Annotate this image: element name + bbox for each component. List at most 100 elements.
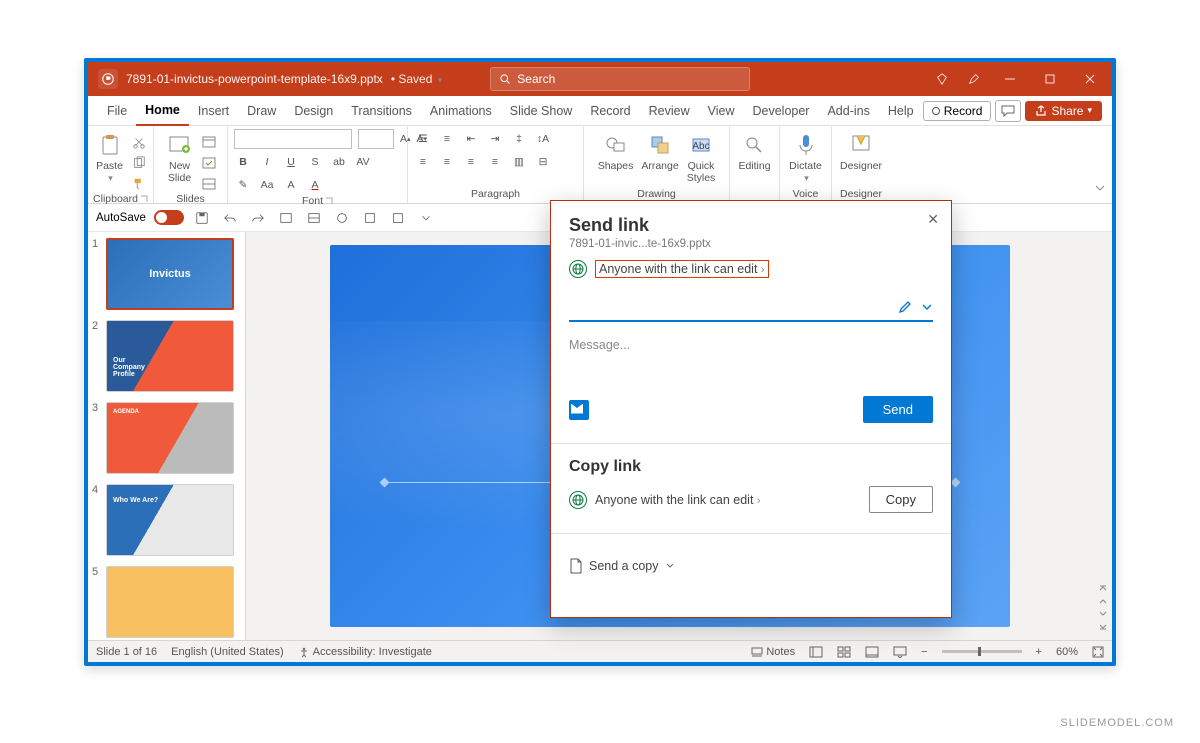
scroll-arrows[interactable] xyxy=(1094,232,1112,640)
pencil-icon[interactable] xyxy=(897,299,913,315)
format-painter-icon[interactable] xyxy=(130,175,148,193)
reset-icon[interactable] xyxy=(200,154,218,172)
bold-icon[interactable]: B xyxy=(234,153,252,171)
tab-draw[interactable]: Draw xyxy=(238,96,285,126)
share-permission-row[interactable]: Anyone with the link can edit › xyxy=(569,260,933,278)
slide-thumbnails[interactable]: 1Invictus 2Our Company Profile 3AGENDA 4… xyxy=(88,232,246,640)
slide-counter[interactable]: Slide 1 of 16 xyxy=(96,646,157,658)
zoom-out-icon[interactable]: − xyxy=(921,646,927,658)
arrange-button[interactable]: Arrange xyxy=(639,129,680,175)
layout-icon[interactable] xyxy=(200,133,218,151)
case-icon[interactable]: Aa xyxy=(258,176,276,194)
new-slide-button[interactable]: New Slide xyxy=(164,129,196,186)
clear-format-icon[interactable]: A xyxy=(282,176,300,194)
fit-window-icon[interactable] xyxy=(1092,646,1104,658)
qat-1-icon[interactable] xyxy=(276,208,296,228)
send-button[interactable]: Send xyxy=(863,396,933,423)
qat-more-icon[interactable] xyxy=(416,208,436,228)
tab-transitions[interactable]: Transitions xyxy=(342,96,421,126)
reading-view-icon[interactable] xyxy=(865,646,879,658)
jump-up-icon[interactable] xyxy=(1098,583,1108,593)
chevron-down-icon[interactable] xyxy=(921,301,933,313)
sorter-view-icon[interactable] xyxy=(837,646,851,658)
minimize-button[interactable] xyxy=(994,62,1026,96)
share-button[interactable]: Share ▾ xyxy=(1025,101,1102,121)
designer-button[interactable]: Designer xyxy=(838,129,884,175)
file-title[interactable]: 7891-01-invictus-powerpoint-template-16x… xyxy=(126,72,383,86)
align-right-icon[interactable]: ≡ xyxy=(462,153,480,171)
zoom-slider[interactable] xyxy=(942,650,1022,653)
undo-icon[interactable] xyxy=(220,208,240,228)
tab-slideshow[interactable]: Slide Show xyxy=(501,96,582,126)
italic-icon[interactable]: I xyxy=(258,153,276,171)
thumb-4[interactable]: 4Who We Are? xyxy=(92,484,241,556)
tab-addins[interactable]: Add-ins xyxy=(818,96,878,126)
language-status[interactable]: English (United States) xyxy=(171,646,284,658)
underline-icon[interactable]: U xyxy=(282,153,300,171)
save-icon[interactable] xyxy=(192,208,212,228)
bullets-icon[interactable]: ☰ xyxy=(414,130,432,148)
tab-record[interactable]: Record xyxy=(581,96,639,126)
strike-icon[interactable]: S xyxy=(306,153,324,171)
align-left-icon[interactable]: ≡ xyxy=(414,153,432,171)
section-icon[interactable] xyxy=(200,175,218,193)
pen-icon[interactable] xyxy=(962,72,986,86)
columns-icon[interactable]: ▥ xyxy=(510,153,528,171)
copy-permission-row[interactable]: Anyone with the link can edit › xyxy=(569,491,761,509)
jump-down-icon[interactable] xyxy=(1098,622,1108,632)
thumb-1[interactable]: 1Invictus xyxy=(92,238,241,310)
font-color-icon[interactable]: A xyxy=(306,176,324,194)
font-size-select[interactable] xyxy=(358,129,394,149)
copy-button[interactable]: Copy xyxy=(869,486,933,513)
slideshow-view-icon[interactable] xyxy=(893,646,907,658)
align-center-icon[interactable]: ≡ xyxy=(438,153,456,171)
autosave-toggle[interactable] xyxy=(154,210,184,225)
share-recipients-input[interactable] xyxy=(569,294,933,322)
qat-5-icon[interactable] xyxy=(388,208,408,228)
ribbon-collapse-icon[interactable] xyxy=(1094,182,1106,197)
shapes-button[interactable]: Shapes xyxy=(596,129,636,175)
tab-help[interactable]: Help xyxy=(879,96,923,126)
share-message-input[interactable]: Message... xyxy=(569,338,933,352)
numbering-icon[interactable]: ≡ xyxy=(438,130,456,148)
tab-insert[interactable]: Insert xyxy=(189,96,238,126)
close-button[interactable] xyxy=(1074,62,1106,96)
tab-file[interactable]: File xyxy=(98,96,136,126)
indent-dec-icon[interactable]: ⇤ xyxy=(462,130,480,148)
dialog-close-icon[interactable]: ✕ xyxy=(927,211,939,228)
qat-2-icon[interactable] xyxy=(304,208,324,228)
diamond-icon[interactable] xyxy=(930,72,954,86)
zoom-in-icon[interactable]: + xyxy=(1036,646,1042,658)
shadow-icon[interactable]: ab xyxy=(330,153,348,171)
thumb-2[interactable]: 2Our Company Profile xyxy=(92,320,241,392)
thumb-3[interactable]: 3AGENDA xyxy=(92,402,241,474)
line-spacing-icon[interactable]: ‡ xyxy=(510,130,528,148)
tab-developer[interactable]: Developer xyxy=(743,96,818,126)
indent-inc-icon[interactable]: ⇥ xyxy=(486,130,504,148)
zoom-level[interactable]: 60% xyxy=(1056,646,1078,658)
notes-button[interactable]: Notes xyxy=(751,646,795,658)
font-family-select[interactable] xyxy=(234,129,352,149)
qat-4-icon[interactable] xyxy=(360,208,380,228)
tab-animations[interactable]: Animations xyxy=(421,96,501,126)
record-button[interactable]: Record xyxy=(923,101,992,121)
highlight-icon[interactable]: ✎ xyxy=(234,176,252,194)
dictate-button[interactable]: Dictate xyxy=(787,129,824,186)
prev-slide-icon[interactable] xyxy=(1098,596,1108,606)
normal-view-icon[interactable] xyxy=(809,646,823,658)
search-box[interactable]: Search xyxy=(490,67,750,91)
align-text-icon[interactable]: ⊟ xyxy=(534,153,552,171)
spacing-icon[interactable]: AV xyxy=(354,153,372,171)
send-a-copy-row[interactable]: Send a copy xyxy=(569,558,933,574)
comments-button[interactable] xyxy=(995,100,1021,122)
qat-3-icon[interactable] xyxy=(332,208,352,228)
tab-home[interactable]: Home xyxy=(136,96,189,126)
accessibility-status[interactable]: Accessibility: Investigate xyxy=(298,646,432,658)
redo-icon[interactable] xyxy=(248,208,268,228)
outlook-icon[interactable] xyxy=(569,400,589,420)
maximize-button[interactable] xyxy=(1034,62,1066,96)
editing-button[interactable]: Editing xyxy=(736,129,772,175)
tab-design[interactable]: Design xyxy=(285,96,342,126)
copy-icon[interactable] xyxy=(130,154,148,172)
justify-icon[interactable]: ≡ xyxy=(486,153,504,171)
